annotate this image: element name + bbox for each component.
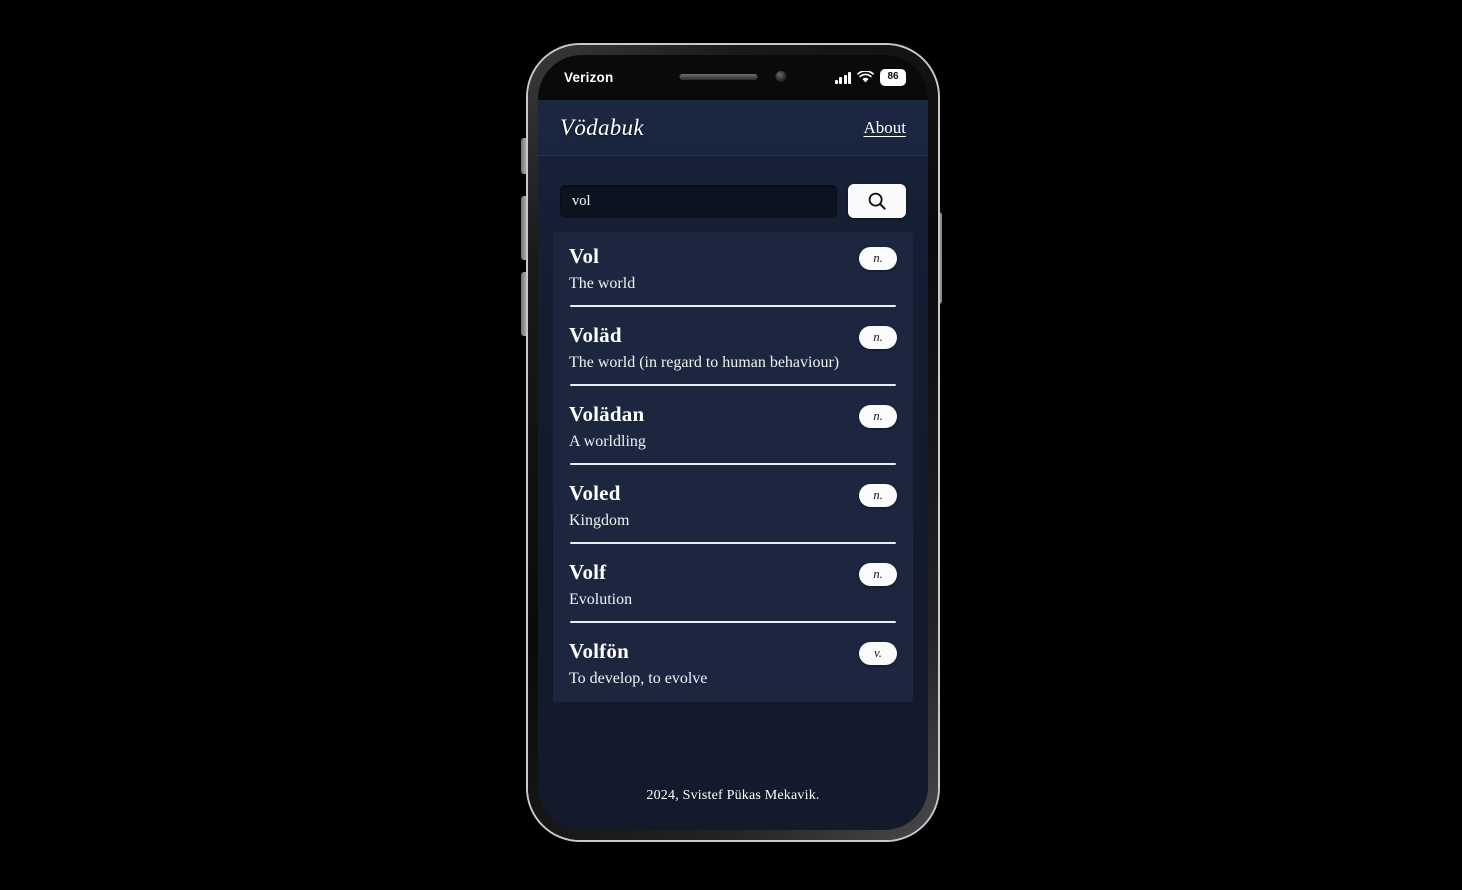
carrier-label: Verizon	[564, 70, 614, 85]
list-item[interactable]: Voläd n. The world (in regard to human b…	[553, 313, 913, 392]
entry-definition: The world	[569, 275, 636, 292]
entry-header: Vol n.	[569, 244, 897, 270]
phone-screen: Verizon 86 Vödabuk About vol Vol n. The …	[538, 55, 928, 830]
page-title: Vödabuk	[560, 114, 644, 140]
divider	[570, 621, 896, 624]
divider	[570, 463, 896, 466]
entry-definition: The world (in regard to human behaviour)	[569, 354, 840, 372]
list-item[interactable]: Voled n. Kingdom	[553, 471, 913, 550]
phone-body: Verizon 86 Vödabuk About vol Vol n. The …	[528, 45, 938, 840]
divider	[570, 305, 896, 308]
entry-definition: Evolution	[569, 591, 633, 609]
status-badge: v.	[859, 642, 897, 666]
entry-word: Volädan	[569, 402, 645, 427]
entry-definition: To develop, to evolve	[569, 670, 708, 688]
entry-header: Voläd n.	[569, 323, 897, 350]
status-badge: n.	[859, 247, 897, 270]
app-header: Vödabuk About	[538, 100, 928, 156]
battery-icon: 86	[880, 69, 906, 86]
footer-copyright: 2024, Svistef Pükas Mekavik.	[646, 788, 820, 803]
entry-word: Voläd	[569, 323, 622, 348]
entry-word: Vol	[569, 244, 600, 268]
cellular-signal-icon	[834, 71, 851, 84]
earpiece-speaker-icon	[679, 73, 758, 80]
results-list: Vol n. The world Voläd n. The world (in …	[553, 232, 913, 703]
phone-stage: Verizon 86 Vödabuk About vol Vol n. The …	[0, 0, 1462, 890]
status-badge: n.	[859, 326, 897, 350]
search-icon	[868, 192, 886, 210]
about-link[interactable]: About	[864, 118, 907, 138]
entry-header: Volädan n.	[569, 402, 897, 429]
list-item[interactable]: Vol n. The world	[553, 234, 913, 313]
entry-header: Voled n.	[569, 481, 897, 508]
status-badge: n.	[859, 563, 897, 587]
search-input[interactable]	[560, 184, 837, 218]
entry-header: Volfön v.	[569, 639, 897, 666]
status-icons: 86	[834, 69, 906, 86]
search-button[interactable]	[848, 184, 906, 218]
entry-definition: Kingdom	[569, 512, 630, 530]
divider	[570, 384, 896, 387]
wifi-icon	[857, 71, 874, 83]
entry-word: Volf	[569, 560, 607, 585]
front-camera-icon	[775, 71, 787, 82]
list-item[interactable]: Volf n. Evolution	[553, 550, 913, 629]
entry-word: Volfön	[569, 639, 629, 664]
divider	[570, 542, 896, 545]
entry-word: Voled	[569, 481, 621, 506]
list-item[interactable]: Volädan n. A worldling	[553, 392, 913, 471]
app-footer: 2024, Svistef Pükas Mekavik.	[538, 702, 928, 830]
status-badge: n.	[859, 405, 897, 429]
status-bar: Verizon 86	[538, 55, 928, 100]
app-page: Vödabuk About Vol	[538, 100, 928, 830]
entry-definition: A worldling	[569, 433, 646, 451]
entry-header: Volf n.	[569, 560, 897, 587]
list-item[interactable]: Volfön v. To develop, to evolve	[553, 629, 913, 696]
notch-group	[679, 71, 787, 82]
status-badge: n.	[859, 484, 897, 508]
search-row	[538, 156, 928, 232]
